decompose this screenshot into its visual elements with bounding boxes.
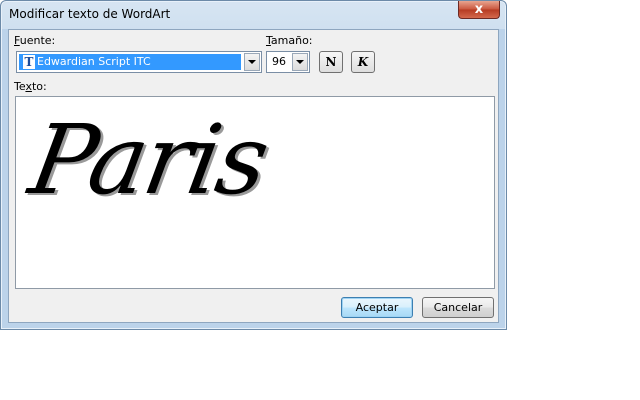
dialog-body: Fuente: T Edwardian Script ITC Tamaño: 96… bbox=[8, 29, 499, 323]
window-title: Modificar texto de WordArt bbox=[9, 7, 171, 21]
close-button[interactable]: x bbox=[458, 1, 500, 19]
font-dropdown[interactable]: T Edwardian Script ITC bbox=[16, 51, 262, 73]
cancel-button[interactable]: Cancelar bbox=[422, 297, 494, 318]
font-name: Edwardian Script ITC bbox=[37, 55, 151, 68]
font-dropdown-button[interactable] bbox=[244, 53, 260, 71]
ok-button[interactable]: Aceptar bbox=[341, 297, 413, 318]
text-label: Texto: bbox=[14, 80, 47, 93]
italic-icon: K bbox=[357, 55, 369, 69]
chevron-down-icon bbox=[296, 60, 304, 64]
size-dropdown-button[interactable] bbox=[292, 53, 308, 71]
bold-button[interactable]: N bbox=[319, 51, 343, 73]
bold-icon: N bbox=[325, 55, 337, 69]
wordart-preview-text: Paris bbox=[22, 104, 276, 216]
wordart-dialog: Modificar texto de WordArt x Fuente: T Ed… bbox=[0, 0, 507, 330]
title-bar[interactable]: Modificar texto de WordArt x bbox=[1, 1, 506, 29]
font-selected-value: T Edwardian Script ITC bbox=[19, 54, 241, 70]
size-value: 96 bbox=[272, 55, 286, 68]
chevron-down-icon bbox=[248, 60, 256, 64]
wordart-text-input[interactable]: Paris bbox=[15, 96, 495, 289]
italic-button[interactable]: K bbox=[351, 51, 375, 73]
font-label: Fuente: bbox=[14, 34, 56, 47]
size-label: Tamaño: bbox=[266, 34, 313, 47]
size-dropdown[interactable]: 96 bbox=[266, 51, 310, 73]
truetype-font-icon: T bbox=[23, 55, 35, 69]
close-icon: x bbox=[474, 2, 484, 17]
